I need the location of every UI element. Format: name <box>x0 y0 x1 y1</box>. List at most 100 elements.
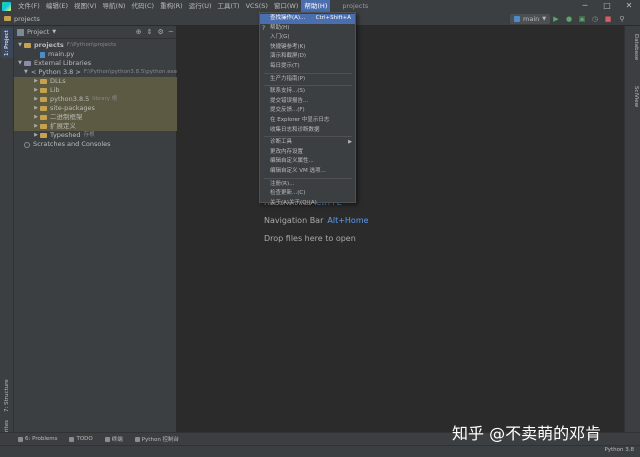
tab-project[interactable]: 1: Project <box>1 28 13 58</box>
menu-7[interactable]: 工具(T) <box>215 0 243 12</box>
help-menu-item[interactable]: 注册(R)... <box>260 180 355 190</box>
hide-icon[interactable]: ─ <box>169 28 173 36</box>
help-menu-item[interactable]: 收集日志和诊断数据 <box>260 126 355 136</box>
close-icon[interactable]: ✕ <box>618 0 640 12</box>
tree-item[interactable]: ▶ site-packages <box>14 104 177 113</box>
collapse-icon[interactable]: ⇕ <box>147 28 153 36</box>
help-menu-item[interactable]: 提交反馈...(F) <box>260 106 355 116</box>
menu-8[interactable]: VCS(S) <box>243 0 271 12</box>
help-menu-item[interactable]: 编辑自定义属性... <box>260 157 355 167</box>
coverage-icon[interactable]: ▣ <box>577 14 587 24</box>
help-menu-item[interactable]: 每日提示(T) <box>260 62 355 72</box>
help-menu-item[interactable]: ? 帮助(H) <box>260 24 355 34</box>
python-icon <box>514 16 520 22</box>
tree-item[interactable]: ▶ 扩展定义 <box>14 122 177 131</box>
folder-icon <box>40 133 47 138</box>
menu-1[interactable]: 编辑(E) <box>43 0 71 12</box>
help-menu-item[interactable]: 检查更新...(C) <box>260 189 355 199</box>
profile-icon[interactable]: ◷ <box>590 14 600 24</box>
tree-item[interactable]: ▶ Lib <box>14 86 177 95</box>
help-menu-item-label: 在 Explorer 中显示日志 <box>270 117 330 123</box>
bottom-tab-label: Python 控制台 <box>141 437 180 443</box>
help-menu-item[interactable]: 快捷键参考(K) <box>260 43 355 53</box>
tree-item[interactable]: ▼ projects F:\Python\projects <box>14 41 177 50</box>
tree-item[interactable]: main.py <box>14 50 177 59</box>
minimize-icon[interactable]: ─ <box>574 0 596 12</box>
project-panel: Project ▼ ⊕ ⇕ ⚙ ─ ▼ projects F:\Python\pro… <box>14 26 177 432</box>
python-file-icon <box>40 51 45 58</box>
menu-0[interactable]: 文件(F) <box>15 0 43 12</box>
interpreter-status[interactable]: Python 3.8 <box>604 447 634 453</box>
bottom-tab[interactable]: 6: Problems <box>18 436 57 442</box>
chevron-down-icon[interactable]: ▼ <box>52 29 56 35</box>
expand-down-icon[interactable]: ▼ <box>16 41 24 50</box>
expand-right-icon[interactable]: ▶ <box>32 86 40 95</box>
help-menu-item[interactable]: 关于(A)关于(O)(A) <box>260 199 355 209</box>
breadcrumb[interactable]: projects <box>4 15 40 23</box>
stop-icon[interactable]: ■ <box>603 14 613 24</box>
menu-5[interactable]: 重构(R) <box>157 0 186 12</box>
tab-sciview[interactable]: SciView <box>627 86 639 107</box>
menu-separator <box>264 177 352 179</box>
bottom-tab-label: TODO <box>76 436 93 442</box>
pycharm-logo-icon <box>2 1 11 11</box>
maximize-icon[interactable]: □ <box>596 0 618 12</box>
tree-item-label: < Python 3.8 > <box>30 68 81 76</box>
help-menu-item[interactable]: 更改内存设置 <box>260 148 355 158</box>
tab-database[interactable]: Database <box>627 34 639 60</box>
expand-right-icon[interactable]: ▶ <box>32 95 40 104</box>
expand-right-icon[interactable]: ▶ <box>32 113 40 122</box>
expand-down-icon[interactable]: ▼ <box>16 59 24 68</box>
help-menu-item[interactable]: 在 Explorer 中显示日志 <box>260 116 355 126</box>
bottom-tab-label: 6: Problems <box>25 436 58 442</box>
tree-item[interactable]: Scratches and Consoles <box>14 140 177 149</box>
editor-welcome: e Shift Recent FilesCtrl+E Navigation Ba… <box>178 26 624 432</box>
project-view-select[interactable]: Project <box>27 28 49 36</box>
bottom-tab[interactable]: 终端 <box>104 435 123 443</box>
tree-item[interactable]: ▶ Typeshed 存根 <box>14 131 177 140</box>
help-menu-item-label: 检查更新...(C) <box>270 190 306 197</box>
debug-icon[interactable]: ● <box>564 14 574 24</box>
bottom-tab[interactable]: Python 控制台 <box>134 435 180 443</box>
menu-10[interactable]: 帮助(H) <box>301 0 331 12</box>
menu-separator <box>264 72 352 74</box>
tree-item[interactable]: ▶ python3.8.5 library 根 <box>14 95 177 104</box>
help-menu-item[interactable]: 联系支持...(S) <box>260 87 355 97</box>
help-menu-item-label: 更改内存设置 <box>270 148 304 155</box>
menu-2[interactable]: 视图(V) <box>71 0 100 12</box>
help-menu-item[interactable]: 诊断工具 ▶ <box>260 138 355 148</box>
library-icon <box>24 61 31 66</box>
help-menu-item-label: 提交反馈...(F) <box>270 107 305 114</box>
help-menu-item[interactable]: 提交错误报告... <box>260 97 355 107</box>
run-configuration-select[interactable]: main ▼ <box>510 14 551 24</box>
search-everywhere-icon[interactable]: ⚲ <box>617 14 627 24</box>
menu-9[interactable]: 窗口(W) <box>271 0 302 12</box>
folder-icon <box>24 43 31 48</box>
expand-down-icon[interactable]: ▼ <box>24 68 28 77</box>
help-menu-item[interactable]: 演示和截屏(D) <box>260 52 355 62</box>
menu-3[interactable]: 导航(N) <box>100 0 129 12</box>
bottom-tab[interactable]: TODO <box>69 436 93 442</box>
help-menu-item[interactable]: 编辑自定义 VM 选项... <box>260 167 355 177</box>
locate-icon[interactable]: ⊕ <box>136 28 142 36</box>
tree-item[interactable]: ▶ 二进制框架 <box>14 113 177 122</box>
help-menu-item-label: 联系支持...(S) <box>270 88 306 95</box>
help-menu-item[interactable]: 查找操作(A)... Ctrl+Shift+A <box>260 14 355 24</box>
expand-right-icon[interactable]: ▶ <box>32 122 40 131</box>
menu-4[interactable]: 代码(C) <box>128 0 157 12</box>
expand-right-icon[interactable]: ▶ <box>32 77 40 86</box>
watermark: 知乎 @不卖萌的邓肯 <box>452 424 602 443</box>
gear-icon[interactable]: ⚙ <box>158 28 164 36</box>
expand-right-icon[interactable]: ▶ <box>32 104 40 113</box>
tree-item[interactable]: ▼ < Python 3.8 > F:\Python\python3.8.5\pyt… <box>14 68 177 77</box>
help-menu-item-label: 关于(A)关于(O)(A) <box>270 199 317 206</box>
menu-6[interactable]: 运行(U) <box>186 0 215 12</box>
tree-item[interactable]: ▼ External Libraries <box>14 59 177 68</box>
tree-item[interactable]: ▶ DLLs <box>14 77 177 86</box>
expand-right-icon[interactable]: ▶ <box>32 131 40 140</box>
help-menu-item[interactable]: 入门(G) <box>260 33 355 43</box>
run-icon[interactable]: ▶ <box>551 14 561 24</box>
help-menu-item[interactable]: 生产力指南(P) <box>260 75 355 85</box>
tab-structure[interactable]: 7: Structure <box>1 376 13 416</box>
breadcrumb-label: projects <box>14 14 40 23</box>
